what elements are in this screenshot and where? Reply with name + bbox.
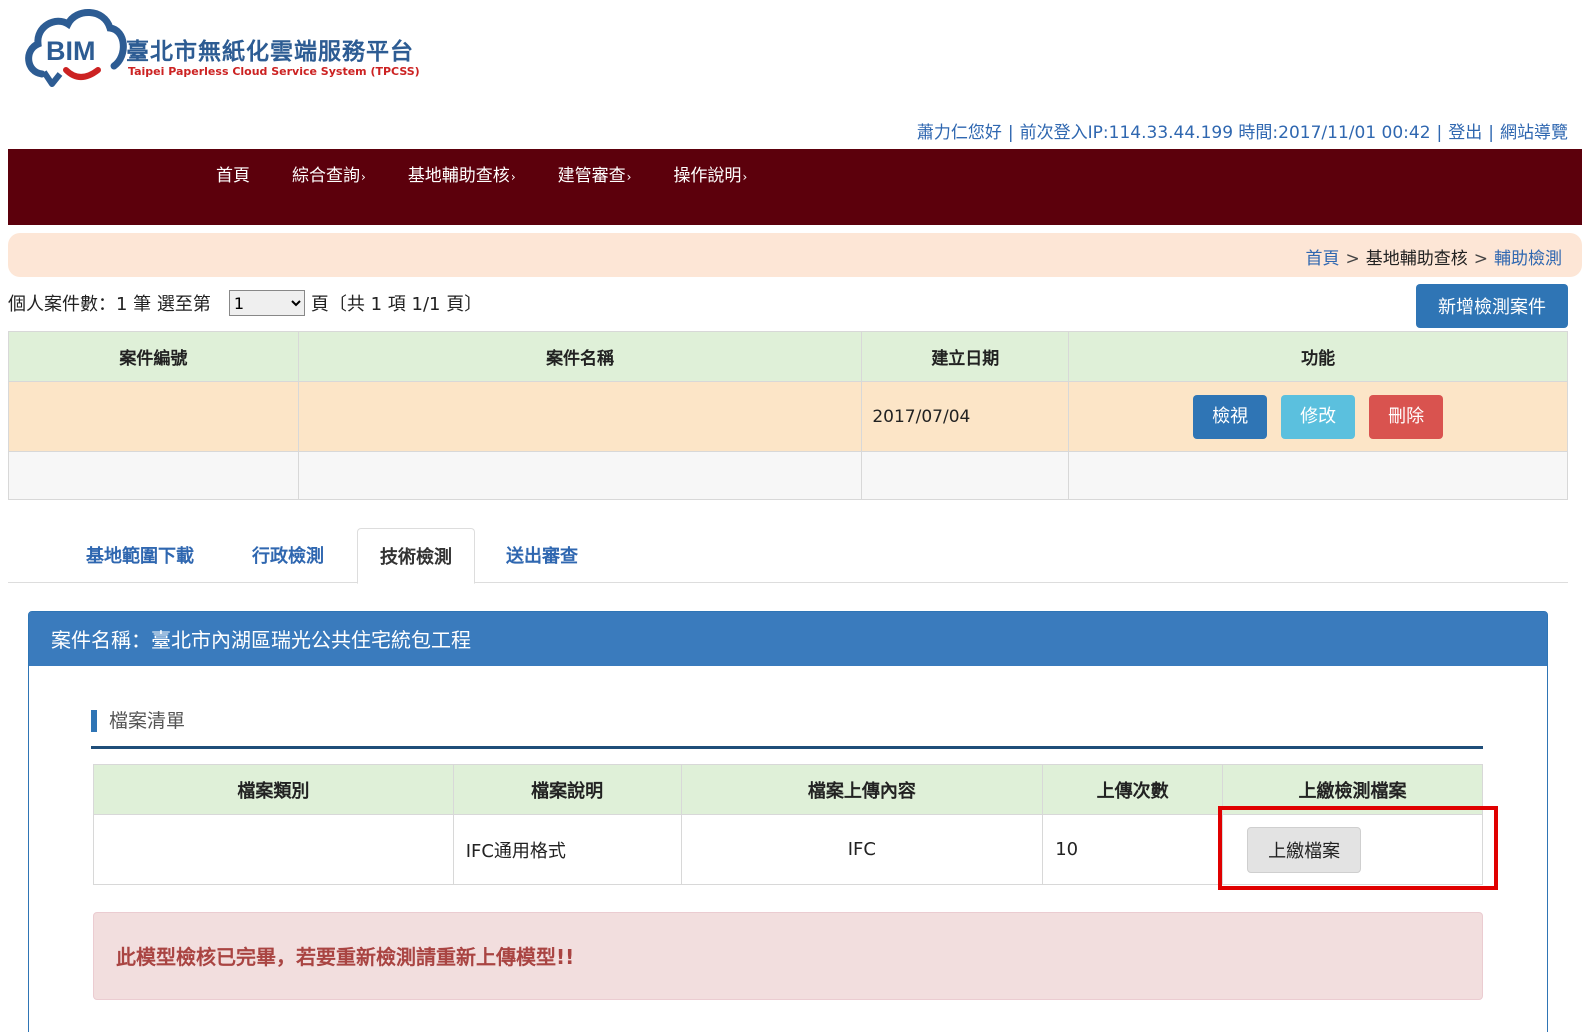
created-date-cell: 2017/07/04 [861, 381, 1070, 452]
col-header-file-description: 檔案說明 [452, 764, 682, 815]
bim-cloud-logo-icon: BIM [25, 9, 127, 87]
case-table: 案件編號 案件名稱 建立日期 功能 2017/07/04 檢視 修改 刪除 [8, 331, 1568, 500]
tab-admin-check[interactable]: 行政檢測 [230, 528, 346, 583]
actions-cell: 檢視 修改 刪除 [1068, 381, 1568, 452]
panel-title: 案件名稱：臺北市內湖區瑞光公共住宅統包工程 [29, 612, 1547, 666]
breadcrumb: 首頁 > 基地輔助查核 > 輔助檢測 [8, 233, 1582, 277]
col-header-case-number: 案件編號 [8, 331, 299, 382]
tab-site-range-download[interactable]: 基地範圍下載 [64, 528, 216, 583]
breadcrumb-current[interactable]: 輔助檢測 [1494, 249, 1562, 269]
user-info-bar: 蕭力仁您好 | 前次登入IP:114.33.44.199 時間:2017/11/01… [916, 123, 1568, 143]
col-header-file-content: 檔案上傳內容 [680, 764, 1044, 815]
chevron-right-icon: › [510, 170, 516, 184]
sitemap-link[interactable]: 網站導覽 [1500, 123, 1568, 143]
logout-link[interactable]: 登出 [1448, 123, 1482, 143]
site-subtitle: Taipei Paperless Cloud Service System (T… [128, 65, 420, 78]
file-category-cell [93, 814, 454, 885]
table-row [8, 451, 1568, 500]
nav-item-help[interactable]: 操作說明› [673, 161, 747, 186]
chevron-right-icon: › [361, 170, 366, 184]
tab-submit-review[interactable]: 送出審查 [484, 528, 600, 583]
breadcrumb-home[interactable]: 首頁 [1306, 249, 1340, 269]
col-header-upload-count: 上傳次數 [1042, 764, 1224, 815]
pager-suffix: 頁〔共 1 項 1/1 頁〕 [310, 294, 483, 315]
breadcrumb-section: 基地輔助查核 [1365, 249, 1468, 269]
pager: 個人案件數：1 筆 選至第 1 頁〔共 1 項 1/1 頁〕 [8, 290, 482, 316]
chevron-right-icon: › [626, 170, 632, 184]
view-button[interactable]: 檢視 [1193, 394, 1268, 439]
logo-mark-text: BIM [46, 36, 96, 66]
tab-bar: 基地範圍下載 行政檢測 技術檢測 送出審查 [8, 528, 1568, 584]
tab-technical-check[interactable]: 技術檢測 [357, 528, 475, 584]
edit-button[interactable]: 修改 [1281, 394, 1356, 439]
file-description-cell: IFC通用格式 [452, 814, 682, 885]
chevron-right-icon: › [742, 170, 748, 184]
site-logo[interactable]: BIM 臺北市無紙化雲端服務平台 Taipei Paperless Cloud … [22, 4, 442, 96]
table-row: 2017/07/04 檢視 修改 刪除 [8, 381, 1568, 452]
nav-item-review[interactable]: 建管審查› [558, 161, 632, 186]
case-name-cell [297, 381, 863, 452]
page-select[interactable]: 1 [228, 290, 305, 316]
nav-item-site-check[interactable]: 基地輔助查核› [408, 161, 516, 186]
check-complete-alert: 此模型檢核已完畢，若要重新檢測請重新上傳模型!! [93, 912, 1483, 1000]
col-header-case-name: 案件名稱 [297, 331, 863, 382]
case-number-cell [8, 381, 299, 452]
delete-button[interactable]: 刪除 [1369, 394, 1444, 439]
file-list-title: 檔案清單 [91, 710, 185, 732]
col-header-created-date: 建立日期 [861, 331, 1070, 382]
main-nav: 首頁 綜合查詢› 基地輔助查核› 建管審查› 操作說明› [8, 149, 1582, 225]
col-header-file-category: 檔案類別 [93, 764, 454, 815]
col-header-functions: 功能 [1068, 331, 1568, 382]
nav-item-home[interactable]: 首頁 [216, 161, 250, 186]
site-title: 臺北市無紙化雲端服務平台 [126, 39, 414, 65]
file-content-cell: IFC [680, 814, 1044, 885]
user-greeting: 蕭力仁您好 [916, 123, 1002, 143]
last-login-info: 前次登入IP:114.33.44.199 時間:2017/11/01 00:42 [1019, 123, 1431, 143]
upload-count-cell: 10 [1042, 814, 1224, 885]
section-divider [91, 746, 1483, 749]
highlight-box [1218, 806, 1498, 890]
pager-prefix: 個人案件數：1 筆 選至第 [8, 294, 211, 315]
add-case-button[interactable]: 新增檢測案件 [1416, 284, 1568, 328]
nav-item-query[interactable]: 綜合查詢› [292, 161, 366, 186]
